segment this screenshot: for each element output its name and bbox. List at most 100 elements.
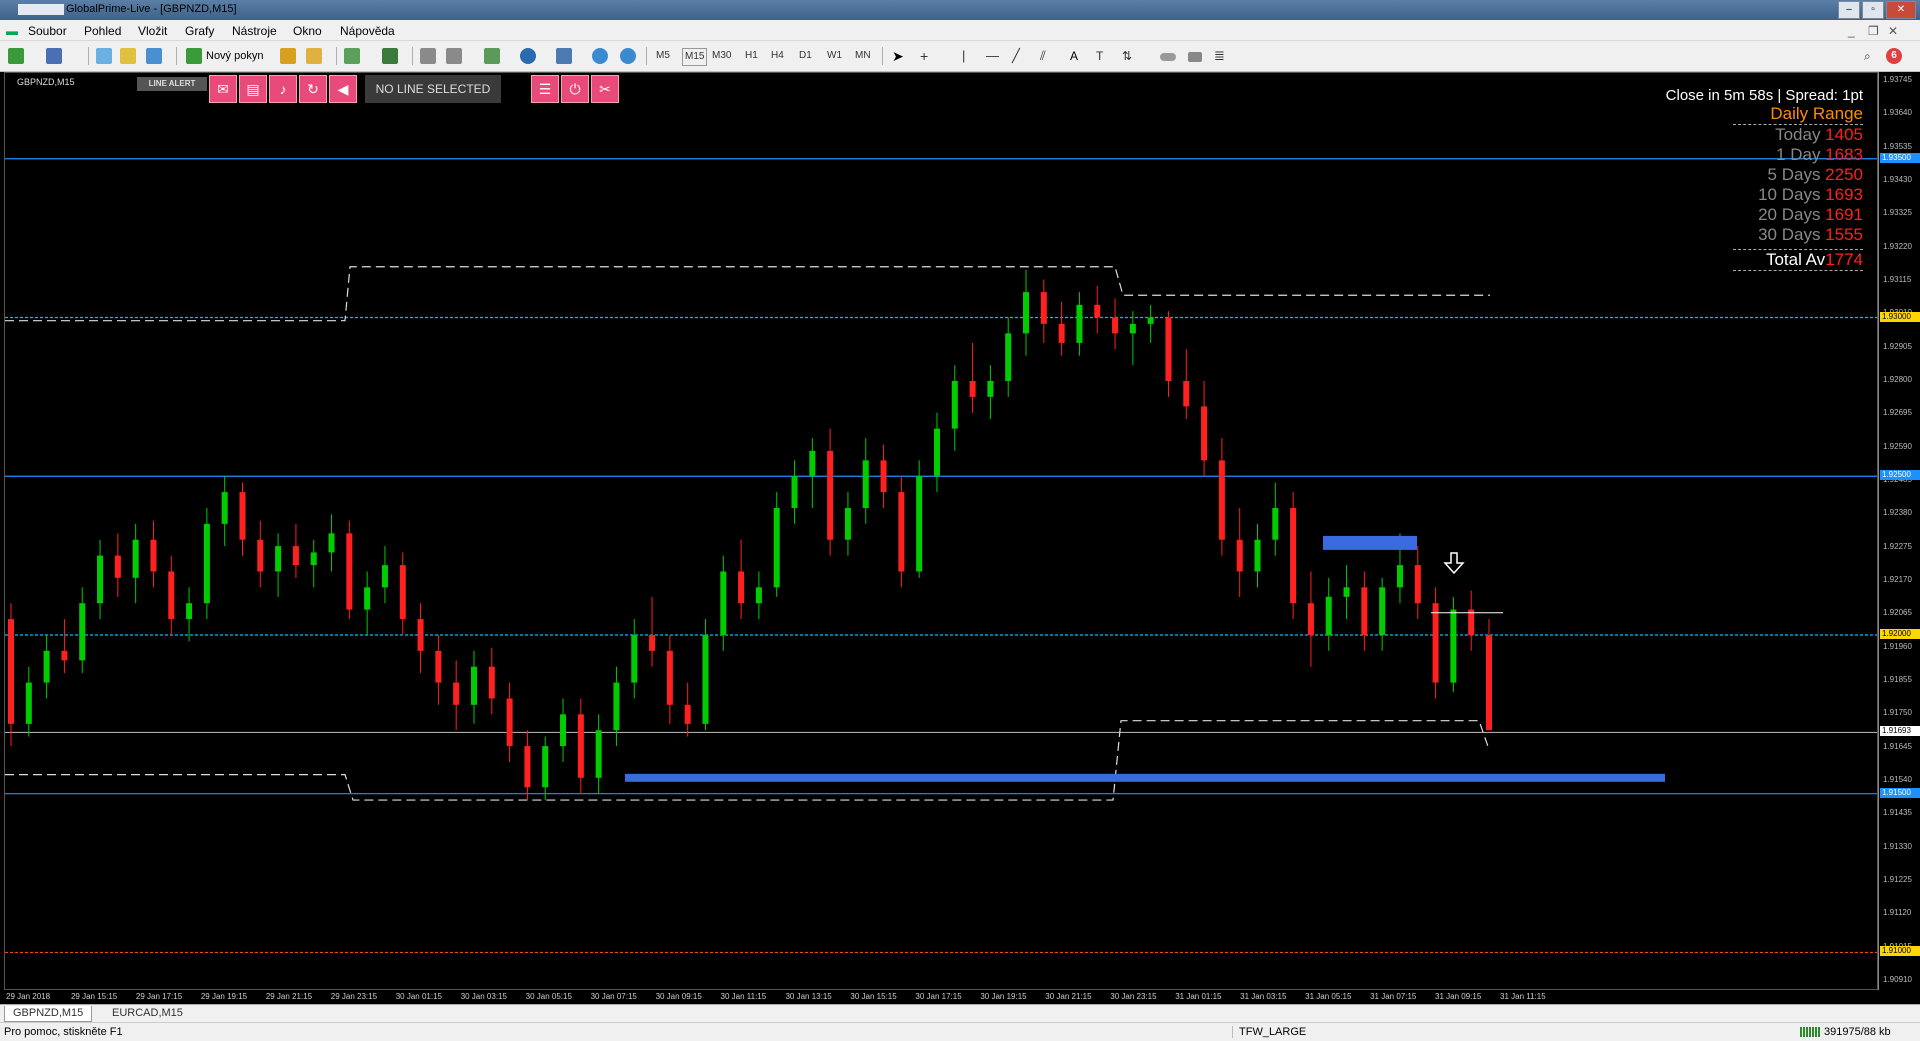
candle-body [755,587,762,604]
crosshair-icon[interactable]: + [920,48,928,64]
candle-body [43,650,50,683]
menu-help[interactable]: Nápověda [340,24,395,38]
time-tick: 29 Jan 19:15 [200,992,248,1001]
daily-range-row: 30 Days 1555 [1733,225,1863,245]
tab-eurcad[interactable]: EURCAD,M15 [104,1006,191,1021]
menu-tools[interactable]: Nástroje [232,24,277,38]
ellipse-icon[interactable] [1160,53,1176,61]
trendline-icon[interactable]: ╱ [1012,48,1020,64]
arrows-icon[interactable]: ⇅ [1122,48,1132,64]
text-icon[interactable]: A [1070,48,1078,64]
tf-d1-button[interactable]: D1 [799,48,812,64]
daily-range-row: 10 Days 1693 [1733,185,1863,205]
autotrading-icon[interactable] [306,48,322,64]
search-icon[interactable]: ⌕ [1864,48,1871,64]
candle-body [1361,587,1368,635]
candlestick-icon[interactable] [382,48,398,64]
zoom-out-icon[interactable] [620,48,636,64]
mdi-restore-button[interactable]: ❐ [1868,24,1879,38]
candle-body [1129,323,1136,334]
speaker-alert-icon[interactable]: ◀ [329,75,357,103]
time-tick: 30 Jan 05:15 [525,992,572,1001]
power-alert-icon[interactable]: ⏻ [561,75,589,103]
chart-window[interactable]: GBPNZD,M15 LINE ALERT ✉ ▤ ♪ ↻ ◀ NO LINE … [4,72,1878,990]
new-order-button[interactable]: Nový pokyn [206,48,263,64]
tf-w1-button[interactable]: W1 [827,48,842,64]
data-window-icon[interactable] [120,48,136,64]
tf-m15-button[interactable]: M15 [682,48,708,66]
price-tick: 1.91855 [1883,675,1912,684]
mdi-close-button[interactable]: ✕ [1888,24,1898,38]
mobile-alert-icon[interactable]: ▤ [239,75,267,103]
zoom-in-icon[interactable] [592,48,608,64]
rectangle-icon[interactable] [1188,52,1202,62]
menu-window[interactable]: Okno [293,24,322,38]
no-line-selected-label: NO LINE SELECTED [365,75,501,103]
range-dashed-line [5,266,1490,322]
navigator-icon[interactable] [146,48,162,64]
expert-advisors-icon[interactable] [280,48,296,64]
profiles-icon[interactable] [46,48,62,64]
candle-body [827,450,834,540]
minimize-button[interactable]: – [1838,1,1860,19]
refresh-alert-icon[interactable]: ↻ [299,75,327,103]
notification-badge[interactable]: 6 [1886,48,1902,64]
channel-icon[interactable]: ⫽ [1040,48,1046,64]
price-label: 1.91693 [1880,726,1920,737]
candle-body [25,682,32,724]
tf-m5-button[interactable]: M5 [656,48,670,64]
candle-body [132,539,139,578]
daily-range-label: 10 Days [1758,185,1826,204]
sound-alert-icon[interactable]: ♪ [269,75,297,103]
candle-body [951,381,958,429]
menu-file[interactable]: Soubor [28,24,67,38]
delete-alert-icon[interactable]: ✂ [591,75,619,103]
periods-icon[interactable] [520,48,536,64]
time-tick: 31 Jan 07:15 [1370,992,1417,1001]
time-tick: 31 Jan 09:15 [1435,992,1482,1001]
daily-range-title: Daily Range [1733,104,1863,125]
cursor-icon[interactable]: ➤ [892,48,904,64]
close-button[interactable]: ✕ [1886,1,1916,19]
menu-view[interactable]: Pohled [84,24,121,38]
mdi-minimize-button[interactable]: _ [1848,24,1855,38]
vertical-line-icon[interactable]: | [962,48,965,64]
tf-h1-button[interactable]: H1 [745,48,758,64]
indicators-icon[interactable] [484,48,500,64]
candle-body [346,533,353,610]
candle-body [720,571,727,635]
candle-body [203,523,210,604]
time-tick: 31 Jan 01:15 [1175,992,1222,1001]
price-axis[interactable]: 1.93745 1.93640 1.93535 1.93430 1.93325 1.932… [1878,72,1920,990]
candle-body [97,555,104,604]
candle-body [488,666,495,699]
bar-chart-icon[interactable] [344,48,360,64]
candle-body [987,381,994,397]
maximize-button[interactable]: ▫ [1862,1,1884,19]
autoscroll-icon[interactable] [420,48,436,64]
text-label-icon[interactable]: T [1096,48,1103,64]
daily-range-value: 1405 [1825,125,1863,144]
tf-mn-button[interactable]: MN [855,48,871,64]
candle-body [577,714,584,778]
menu-charts[interactable]: Grafy [185,24,214,38]
tf-h4-button[interactable]: H4 [771,48,784,64]
fibonacci-icon[interactable]: ≣ [1214,48,1225,64]
menu-insert[interactable]: Vložit [138,24,167,38]
daily-range-row: 5 Days 2250 [1733,165,1863,185]
list-alerts-icon[interactable]: ☰ [531,75,559,103]
separator [176,47,177,65]
horizontal-line-icon[interactable]: — [986,48,999,64]
market-watch-icon[interactable] [96,48,112,64]
templates-icon[interactable] [556,48,572,64]
status-bar: Pro pomoc, stiskněte F1 TFW_LARGE 391975… [0,1022,1920,1041]
price-tick: 1.91750 [1883,708,1912,718]
new-order-icon[interactable] [186,48,202,64]
new-chart-icon[interactable] [8,48,24,64]
price-tick: 1.91960 [1883,641,1912,651]
tab-gbpnzd[interactable]: GBPNZD,M15 [4,1006,93,1022]
price-tick: 1.92170 [1883,575,1912,584]
email-alert-icon[interactable]: ✉ [209,75,237,103]
chart-shift-icon[interactable] [446,48,462,64]
tf-m30-button[interactable]: M30 [712,48,731,64]
